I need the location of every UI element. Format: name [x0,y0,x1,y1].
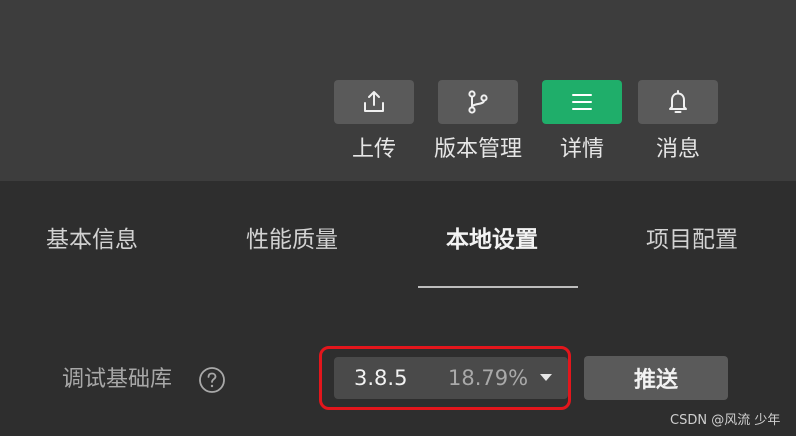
debug-base-library-label: 调试基础库 [62,367,173,392]
bell-icon [669,90,687,113]
upload-icon [364,91,384,112]
menu-icon [572,94,592,110]
push-button[interactable]: 推送 [584,356,728,400]
upload-button[interactable] [334,80,414,124]
upload-tool[interactable]: 上传 [334,80,414,166]
details-button[interactable] [542,80,622,124]
version-control-button[interactable] [438,80,518,124]
tab-basic-info[interactable]: 基本信息 [46,223,138,257]
highlight-box [319,346,571,410]
upload-label: 上传 [351,137,396,162]
details-tool[interactable]: 详情 [542,80,622,166]
watermark: CSDN @风流 少年 [670,413,781,428]
details-label: 详情 [559,137,604,162]
branch-icon [468,90,488,114]
active-tab-indicator [418,286,578,288]
tab-bar: 基本信息 性能质量 本地设置 项目配置 [0,181,796,291]
messages-button[interactable] [638,80,718,124]
version-control-label: 版本管理 [434,137,523,162]
tab-performance[interactable]: 性能质量 [246,223,338,257]
version-control-tool[interactable]: 版本管理 [434,80,522,166]
top-toolbar: 上传 版本管理 详情 消息 [0,0,796,181]
messages-tool[interactable]: 消息 [638,80,718,166]
messages-label: 消息 [655,137,700,162]
tab-project-config[interactable]: 项目配置 [646,223,738,257]
help-icon[interactable] [198,366,226,394]
tab-local-settings[interactable]: 本地设置 [446,223,538,257]
